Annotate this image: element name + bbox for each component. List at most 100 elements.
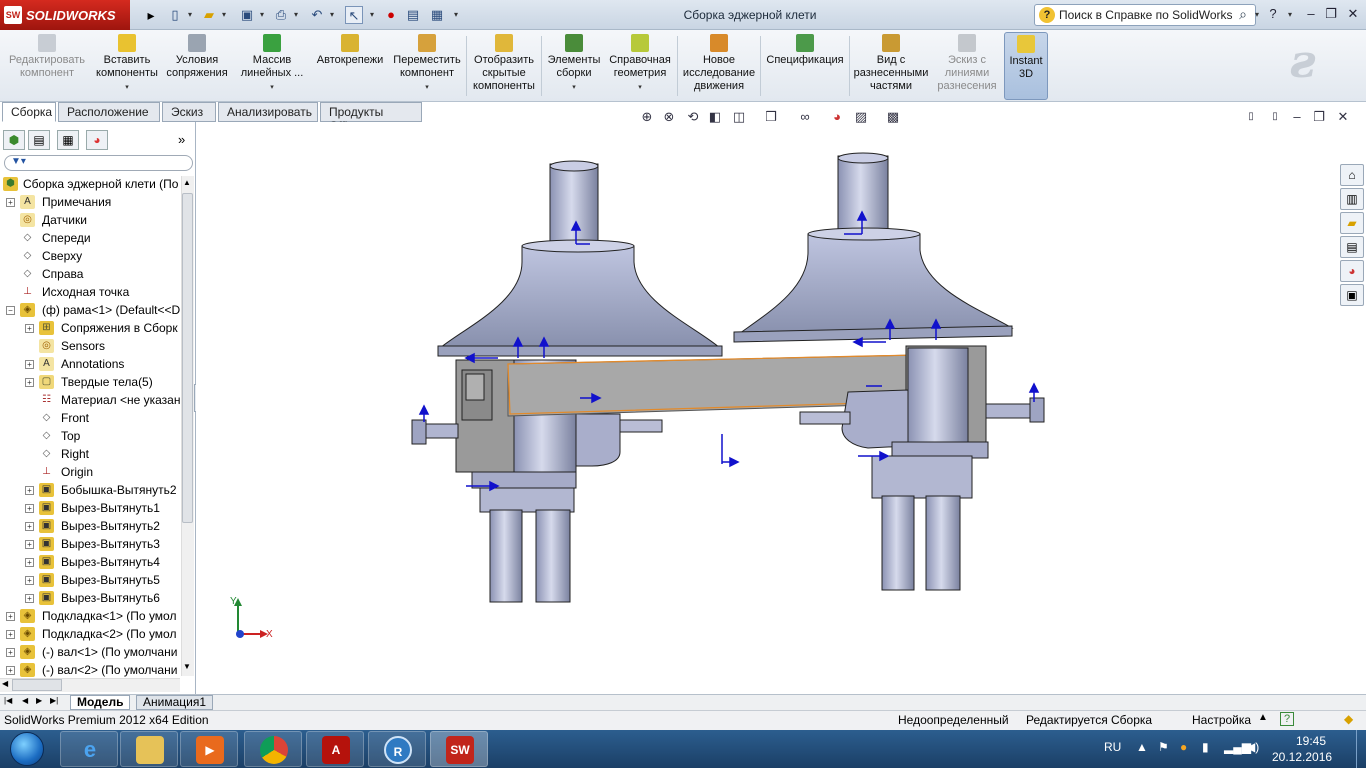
hide-show-items-icon[interactable]: ∞ xyxy=(796,108,814,126)
clock-time[interactable]: 19:45 xyxy=(1296,734,1326,748)
tree-item[interactable]: + ◈ (-) вал<1> (По умолчани xyxy=(0,643,180,661)
assembly-features-button[interactable]: Элементы сборки ▾ xyxy=(544,32,604,100)
tree-item[interactable]: ◇ Front xyxy=(0,409,180,427)
expand-toggle-icon[interactable]: + xyxy=(6,198,15,207)
tree-item[interactable]: + ◈ Подкладка<2> (По умол xyxy=(0,625,180,643)
expand-toggle-icon[interactable]: + xyxy=(25,504,34,513)
tree-item[interactable]: ◇ Сверху xyxy=(0,247,180,265)
taskbar-explorer[interactable] xyxy=(120,731,178,767)
right-shaft-bottom-1[interactable] xyxy=(881,495,915,591)
tree-item[interactable]: + ⊞ Сопряжения в Сборк xyxy=(0,319,180,337)
tree-item[interactable]: − ◈ (ф) рама<1> (Default<<D xyxy=(0,301,180,319)
taskbar-solidworks[interactable]: SW xyxy=(430,731,488,767)
tree-item[interactable]: + ▣ Вырез-Вытянуть1 xyxy=(0,499,180,517)
assembly-model-svg[interactable]: Y X xyxy=(196,122,1340,694)
view-palette-icon[interactable]: ▤ xyxy=(1340,236,1364,258)
left-roller-flare[interactable] xyxy=(438,245,722,349)
viewport-split-icon[interactable]: ▯ xyxy=(1242,108,1260,126)
right-shaft-top[interactable] xyxy=(837,155,889,237)
tree-item[interactable]: ☷ Материал <не указан xyxy=(0,391,180,409)
status-settings[interactable]: Настройка xyxy=(1192,713,1251,727)
tab-scroll-last-icon[interactable]: ▶| xyxy=(50,696,58,705)
tree-root-assembly[interactable]: ⬢ Сборка эджерной клети (По xyxy=(0,175,180,193)
display-style-icon[interactable]: ❒ xyxy=(762,108,780,126)
tree-item[interactable]: + ▣ Вырез-Вытянуть2 xyxy=(0,517,180,535)
status-notification-icon[interactable]: ◆ xyxy=(1344,712,1353,726)
tab-scroll-prev-icon[interactable]: ◀ xyxy=(22,696,28,705)
file-explorer-icon[interactable]: ▰ xyxy=(1340,212,1364,234)
left-shaft-bottom-1[interactable] xyxy=(489,509,523,603)
edit-appearance-icon[interactable]: ◕ xyxy=(828,108,846,126)
scroll-left-icon[interactable]: ◀ xyxy=(2,679,8,688)
tree-item[interactable]: ◇ Спереди xyxy=(0,229,180,247)
solidworks-resources-icon[interactable]: ⌂ xyxy=(1340,164,1364,186)
previous-view-icon[interactable]: ⟲ xyxy=(684,108,702,126)
search-icon[interactable]: ⌕ xyxy=(1239,6,1247,23)
expand-toggle-icon[interactable]: + xyxy=(6,612,15,621)
configuration-manager-tab-icon[interactable]: ▦ xyxy=(57,130,79,150)
taskbar-app[interactable]: R xyxy=(368,731,426,767)
tree-item[interactable]: ⊥ Исходная точка xyxy=(0,283,180,301)
reference-geometry-dropdown-icon[interactable]: ▾ xyxy=(606,81,674,94)
solidworks-logo[interactable]: SW SOLIDWORKS xyxy=(0,0,130,30)
doc-close-icon[interactable]: ✕ xyxy=(1334,108,1352,126)
mate-button[interactable]: Условия сопряжения xyxy=(164,32,230,100)
taskbar-chrome[interactable] xyxy=(244,731,302,767)
tray-volume-icon[interactable]: ◀) xyxy=(1246,740,1259,754)
rebuild-traffic-light-icon[interactable]: ● xyxy=(382,6,400,24)
new-motion-study-button[interactable]: Новое исследование движения xyxy=(680,32,758,100)
show-hidden-components-button[interactable]: Отобразить скрытые компоненты xyxy=(470,32,538,100)
expand-toggle-icon[interactable]: + xyxy=(6,630,15,639)
new-dropdown-icon[interactable]: ▾ xyxy=(186,6,194,24)
insert-components-dropdown-icon[interactable]: ▾ xyxy=(94,81,160,94)
smart-fasteners-button[interactable]: Автокрепежи xyxy=(314,32,386,100)
doc-restore-icon[interactable]: ❐ xyxy=(1310,108,1328,126)
custom-properties-icon[interactable]: ▣ xyxy=(1340,284,1364,306)
feature-filter-input[interactable]: ▼▾ xyxy=(4,155,193,171)
help-icon[interactable]: ? xyxy=(1264,5,1282,23)
menu-pin-icon[interactable]: ▸ xyxy=(142,6,160,24)
expand-panel-icon[interactable]: » xyxy=(178,132,185,147)
tab-scroll-first-icon[interactable]: |◀ xyxy=(4,696,12,705)
linear-pattern-dropdown-icon[interactable]: ▾ xyxy=(236,81,308,94)
expand-toggle-icon[interactable]: + xyxy=(25,522,34,531)
exploded-view-button[interactable]: Вид с разнесенными частями xyxy=(852,32,930,100)
tray-expand-icon[interactable]: ▲ xyxy=(1136,740,1148,754)
expand-toggle-icon[interactable]: + xyxy=(25,594,34,603)
taskbar-media-player[interactable]: ▶ xyxy=(180,731,238,767)
linear-pattern-button[interactable]: Массив линейных ... ▾ xyxy=(236,32,308,100)
reference-geometry-button[interactable]: Справочная геометрия ▾ xyxy=(606,32,674,100)
taskbar-ie[interactable]: e xyxy=(60,731,118,767)
close-icon[interactable]: ✕ xyxy=(1344,5,1362,23)
tree-item[interactable]: + ▣ Вырез-Вытянуть3 xyxy=(0,535,180,553)
new-document-icon[interactable]: ▯ xyxy=(166,6,184,24)
property-manager-tab-icon[interactable]: ▤ xyxy=(28,130,50,150)
tree-item[interactable]: ⊥ Origin xyxy=(0,463,180,481)
tray-device-icon[interactable]: ▮ xyxy=(1202,740,1209,754)
scroll-down-icon[interactable]: ▼ xyxy=(183,662,191,671)
open-folder-icon[interactable]: ▰ xyxy=(200,6,218,24)
tree-item[interactable]: ◇ Top xyxy=(0,427,180,445)
assembly-features-dropdown-icon[interactable]: ▾ xyxy=(544,81,604,94)
tray-flag-icon[interactable]: ⚑ xyxy=(1158,740,1169,754)
save-icon[interactable]: ▣ xyxy=(238,6,256,24)
tree-item[interactable]: + ▣ Вырез-Вытянуть6 xyxy=(0,589,180,607)
settings-arrow-icon[interactable]: ▲ xyxy=(1258,712,1268,723)
tree-hscroll-thumb[interactable] xyxy=(12,679,62,691)
display-manager-tab-icon[interactable]: ◕ xyxy=(86,130,108,150)
zoom-to-fit-icon[interactable]: ⊕ xyxy=(638,108,656,126)
print-dropdown-icon[interactable]: ▾ xyxy=(292,6,300,24)
undo-dropdown-icon[interactable]: ▾ xyxy=(328,6,336,24)
right-shaft-bottom-2[interactable] xyxy=(925,495,961,591)
tree-item[interactable]: + ▢ Твердые тела(5) xyxy=(0,373,180,391)
help-search-input[interactable]: ? Поиск в Справке по SolidWorks ⌕ xyxy=(1034,4,1256,26)
insert-components-button[interactable]: Вставить компоненты ▾ xyxy=(94,32,160,100)
section-view-icon[interactable]: ◧ xyxy=(706,108,724,126)
explode-line-sketch-button[interactable]: Эскиз с линиями разнесения xyxy=(932,32,1002,100)
expand-toggle-icon[interactable]: + xyxy=(6,648,15,657)
search-dropdown-icon[interactable]: ▾ xyxy=(1253,6,1261,24)
apply-scene-icon[interactable]: ▨ xyxy=(852,108,870,126)
tab-layout[interactable]: Расположение xyxy=(58,102,160,122)
options-dropdown-icon[interactable]: ▾ xyxy=(452,6,460,24)
tree-item[interactable]: ◎ Sensors xyxy=(0,337,180,355)
